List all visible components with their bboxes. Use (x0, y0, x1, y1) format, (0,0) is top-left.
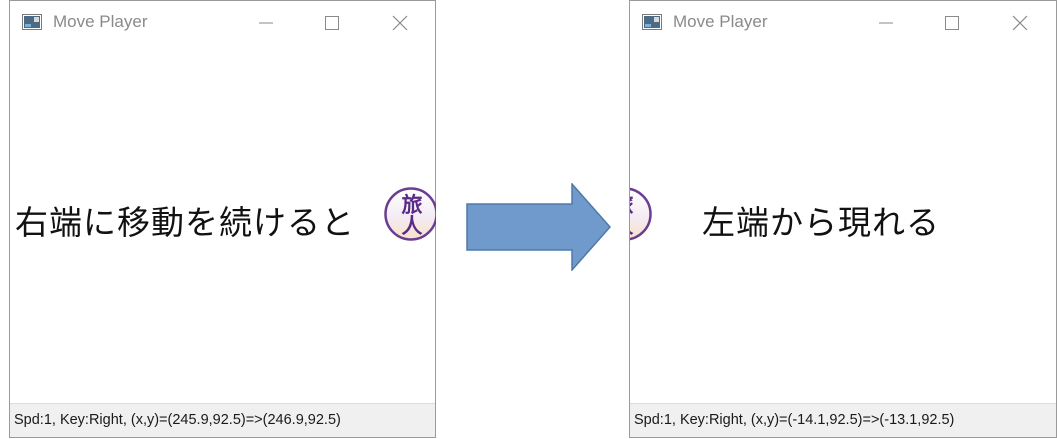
maximize-icon (945, 16, 959, 30)
window-title: Move Player (673, 12, 768, 31)
caption-before: 右端に移動を続けると (15, 203, 355, 242)
status-text: Spd:1, Key:Right, (x,y)=(245.9,92.5)=>(2… (14, 412, 341, 428)
maximize-button[interactable] (929, 1, 975, 45)
close-button[interactable] (997, 1, 1043, 45)
caption-after: 左端から現れる (702, 203, 940, 242)
app-window-icon (22, 14, 42, 30)
minimize-button[interactable] (243, 1, 289, 45)
close-icon (1012, 15, 1028, 31)
maximize-icon (325, 16, 339, 30)
status-bar: Spd:1, Key:Right, (x,y)=(245.9,92.5)=>(2… (10, 403, 435, 437)
close-icon (392, 15, 408, 31)
comparison-figure: Move Player Spd:1, Key:Right, (x,y)=(245… (0, 0, 1057, 439)
title-bar[interactable]: Move Player (630, 1, 1056, 45)
status-bar: Spd:1, Key:Right, (x,y)=(-14.1,92.5)=>(-… (630, 403, 1056, 437)
maximize-button[interactable] (309, 1, 355, 45)
minimize-icon (879, 22, 893, 24)
minimize-icon (259, 22, 273, 24)
right-arrow-icon (466, 182, 612, 275)
minimize-button[interactable] (863, 1, 909, 45)
token-glyph-bottom: 人 (402, 213, 423, 238)
status-text: Spd:1, Key:Right, (x,y)=(-14.1,92.5)=>(-… (634, 412, 955, 428)
player-token: 旅 人 (383, 186, 439, 242)
window-title: Move Player (53, 12, 148, 31)
close-button[interactable] (377, 1, 423, 45)
token-glyph-bottom: 人 (613, 213, 634, 238)
title-bar[interactable]: Move Player (10, 1, 435, 45)
app-window-icon (642, 14, 662, 30)
